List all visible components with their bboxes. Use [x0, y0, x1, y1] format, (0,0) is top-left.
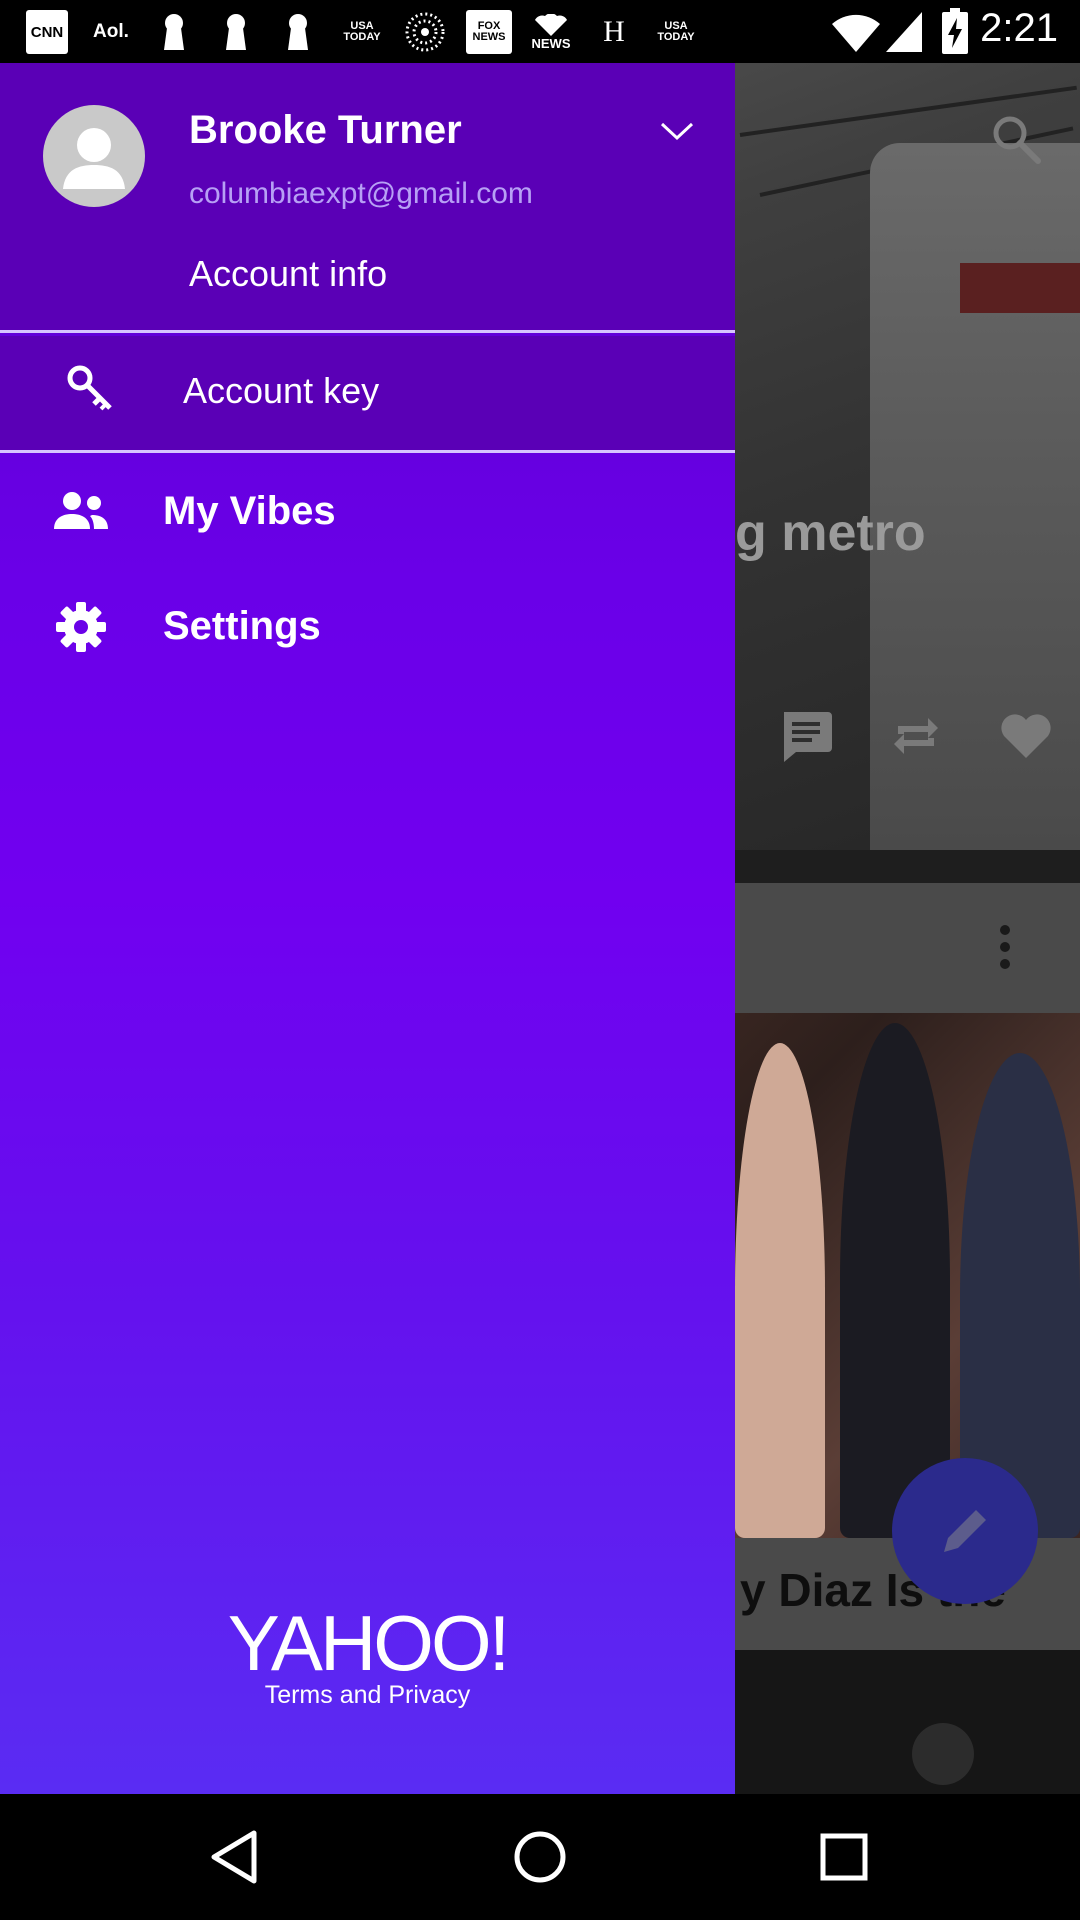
search-icon — [993, 116, 1041, 164]
profile-icon — [912, 1723, 974, 1785]
battery-charging-icon — [942, 8, 968, 54]
photo-figure — [735, 1043, 825, 1538]
yahoo-logo: YAHOO! — [227, 1599, 511, 1687]
more-options-icon — [1000, 925, 1012, 969]
wifi-icon — [832, 14, 880, 52]
navigation-drawer: Brooke Turner columbiaexpt@gmail.com Acc… — [0, 63, 735, 1794]
avatar[interactable] — [43, 105, 145, 207]
usa-today-notification-icon: USA TODAY — [343, 20, 381, 43]
heart-icon — [1001, 714, 1051, 758]
account-header[interactable]: Brooke Turner columbiaexpt@gmail.com Acc… — [0, 63, 735, 333]
account-info-link[interactable]: Account info — [189, 253, 387, 295]
terms-and-privacy-link[interactable]: Terms and Privacy — [0, 1681, 735, 1710]
comment-icon — [784, 712, 832, 762]
people-icon — [54, 492, 108, 529]
user-name: Brooke Turner — [189, 108, 462, 152]
user-email: columbiaexpt@gmail.com — [189, 177, 533, 210]
menu-item-label: Settings — [163, 604, 321, 648]
menu-item-label: My Vibes — [163, 489, 336, 533]
radial-dots-notification-icon — [402, 10, 448, 54]
account-key-label: Account key — [183, 370, 380, 411]
signal-icon — [886, 12, 922, 52]
home-icon[interactable] — [510, 1827, 570, 1887]
key-icon — [67, 365, 112, 411]
system-navigation-bar — [0, 1794, 1080, 1920]
status-bar: CNN Aol. USA TODAY FOX NEWS NEWS H USA T… — [0, 0, 1080, 63]
keyhole-notification-icon — [284, 10, 312, 54]
clock: 2:21 — [980, 6, 1058, 50]
cnn-notification-icon: CNN — [26, 10, 68, 54]
pencil-icon — [944, 1510, 986, 1552]
nbc-news-notification-icon: NEWS — [528, 10, 574, 54]
chevron-down-icon[interactable] — [660, 121, 694, 141]
recents-icon[interactable] — [814, 1827, 874, 1887]
back-icon[interactable] — [206, 1827, 266, 1887]
default-avatar-icon — [63, 128, 125, 189]
huffpost-notification-icon: H — [603, 15, 625, 48]
account-key-item[interactable]: Account key — [0, 336, 735, 453]
usa-today-notification-icon: USA TODAY — [657, 20, 695, 43]
bus-window — [960, 263, 1080, 313]
fox-news-notification-icon: FOX NEWS — [466, 10, 512, 54]
keyhole-notification-icon — [160, 10, 188, 54]
repost-icon — [894, 718, 938, 754]
menu-item-settings[interactable]: Settings — [0, 572, 735, 682]
compose-button — [892, 1458, 1038, 1604]
keyhole-notification-icon — [222, 10, 250, 54]
menu-item-my-vibes[interactable]: My Vibes — [0, 457, 735, 567]
photo-figure — [840, 1023, 950, 1538]
aol-notification-icon: Aol. — [93, 21, 129, 42]
gear-icon — [56, 602, 106, 652]
hero-title: g metro — [735, 504, 926, 562]
